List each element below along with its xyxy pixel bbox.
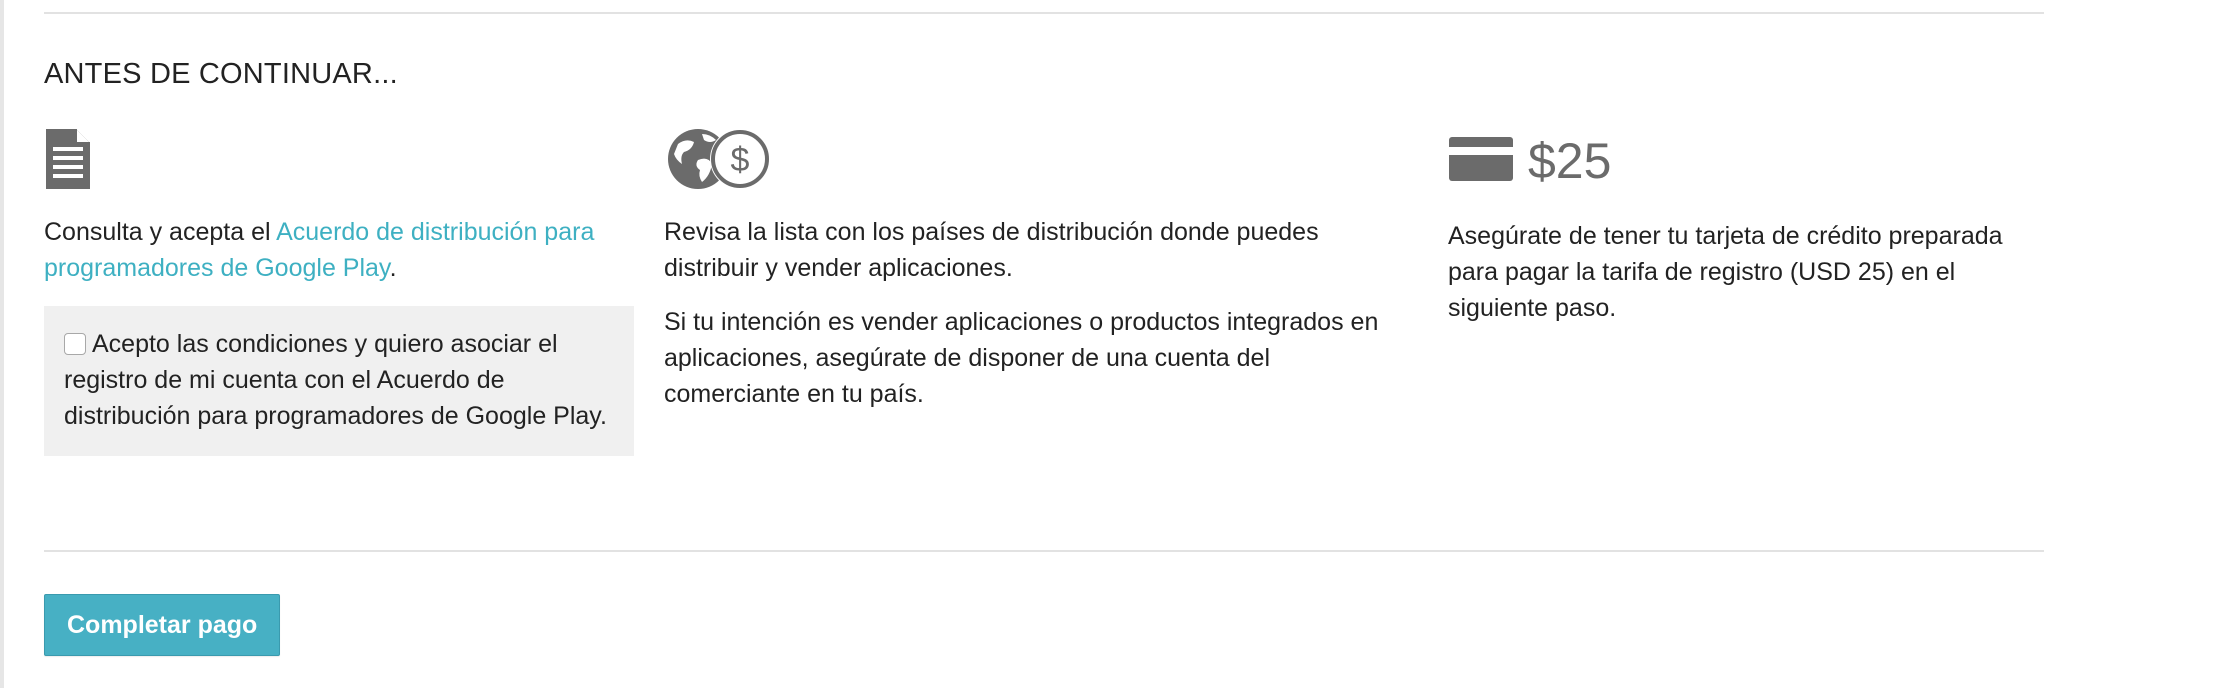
- agreement-checkbox-label[interactable]: Acepto las condiciones y quiero asociar …: [64, 330, 607, 430]
- agreement-column: Consulta y acepta el Acuerdo de distribu…: [44, 128, 644, 456]
- countries-paragraph-2: Si tu intención es vender aplicaciones o…: [664, 308, 1379, 408]
- countries-paragraph-1: Revisa la lista con los países de distri…: [664, 218, 1319, 282]
- payment-column: $25 Asegúrate de tener tu tarjeta de cré…: [1448, 128, 2048, 326]
- bottom-divider: [44, 550, 2044, 552]
- agreement-checkbox[interactable]: [64, 333, 86, 355]
- complete-payment-button[interactable]: Completar pago: [44, 594, 281, 656]
- payment-paragraph: Asegúrate de tener tu tarjeta de crédito…: [1448, 222, 2003, 322]
- countries-column: $ Revisa la lista con los países de dist…: [664, 128, 1384, 412]
- agreement-text: Consulta y acepta el Acuerdo de distribu…: [44, 218, 595, 282]
- svg-text:$: $: [731, 141, 750, 179]
- left-border: [0, 0, 4, 688]
- section-title: ANTES DE CONTINUAR...: [44, 58, 398, 90]
- document-icon: [44, 127, 92, 196]
- top-divider: [44, 12, 2044, 14]
- globe-dollar-icon: $: [664, 126, 772, 197]
- registration-page: ANTES DE CONTINUAR... Consulta y acepta …: [0, 0, 2224, 688]
- registration-price: $25: [1528, 133, 1612, 189]
- credit-card-icon: [1448, 136, 1514, 187]
- agreement-checkbox-box: Acepto las condiciones y quiero asociar …: [44, 306, 634, 456]
